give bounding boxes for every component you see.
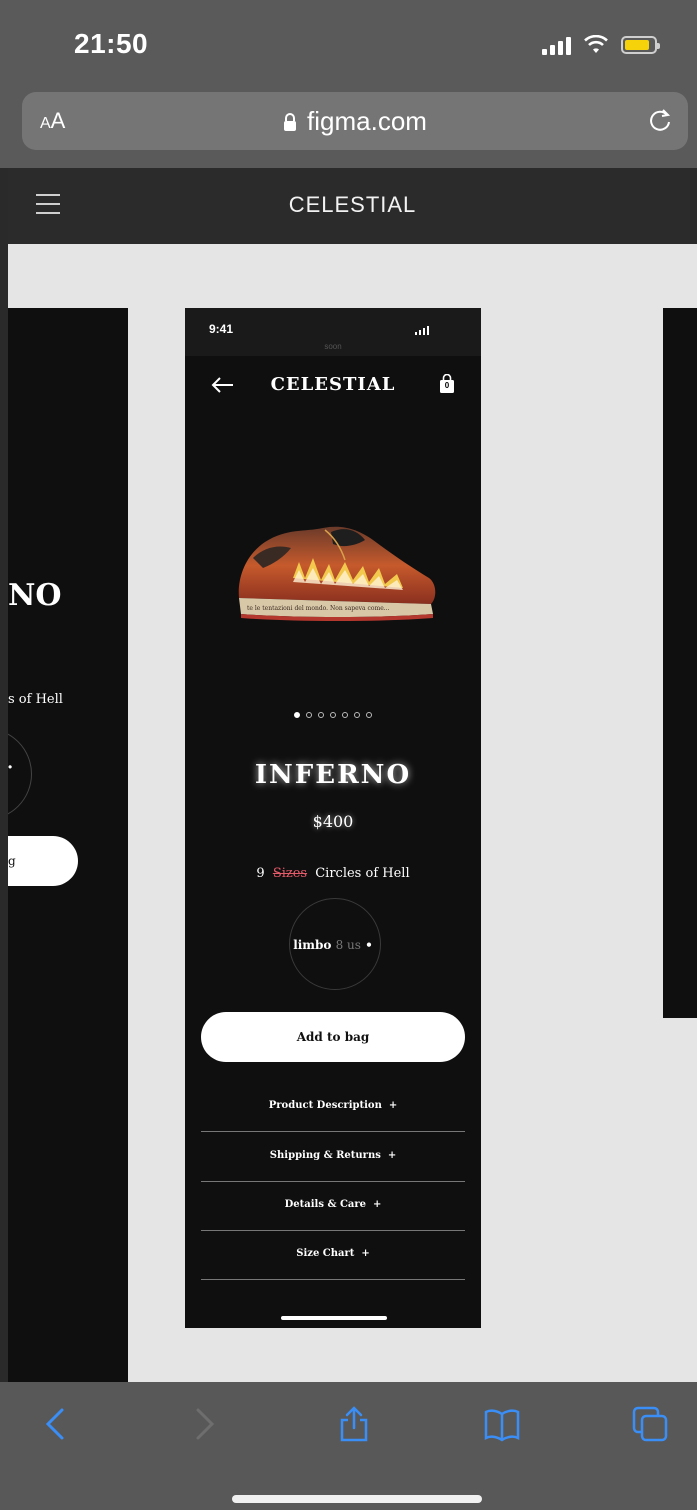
circles-struck: Sizes xyxy=(272,866,308,881)
left-frame[interactable]: NO s of Hell • g xyxy=(8,308,128,1384)
right-frame[interactable] xyxy=(663,308,697,1018)
chevron-right-icon[interactable] xyxy=(186,1406,222,1442)
size-name: limbo xyxy=(293,938,332,952)
phone-nav: CELESTIAL 0 xyxy=(185,356,481,416)
phone-status-bar: 9:41 soon xyxy=(185,308,481,356)
left-circles-text: s of Hell xyxy=(8,692,63,707)
carousel-dot[interactable] xyxy=(342,712,348,718)
bag-count: 0 xyxy=(444,381,450,390)
carousel-dot[interactable] xyxy=(354,712,360,718)
svg-text:te le tentazioni del mondo. No: te le tentazioni del mondo. Non sapeva c… xyxy=(247,605,390,612)
circles-prefix: 9 xyxy=(256,866,265,881)
screen: 21:50 AA figma.com CELESTIAL NO s of Hel… xyxy=(0,0,697,1510)
left-size-ring xyxy=(8,728,32,820)
expand-plus-icon: + xyxy=(387,1150,397,1161)
product-price: $400 xyxy=(312,812,354,831)
safari-toolbar xyxy=(0,1382,697,1510)
status-icons xyxy=(542,34,660,56)
chevron-left-icon[interactable] xyxy=(38,1406,74,1442)
phone-frame: 9:41 soon CELESTIAL 0 te le tentazioni d… xyxy=(185,308,481,1328)
ios-status-bar: 21:50 xyxy=(0,0,697,90)
prototype-header: CELESTIAL xyxy=(8,168,697,244)
phone-time: 9:41 xyxy=(209,322,234,336)
book-icon[interactable] xyxy=(484,1406,520,1442)
accordion-product-description[interactable]: Product Description + xyxy=(201,1082,465,1132)
accordion-details-care[interactable]: Details & Care + xyxy=(201,1181,465,1231)
size-selector[interactable]: limbo 8 us • xyxy=(185,938,481,952)
add-to-bag-button[interactable]: Add to bag xyxy=(201,1012,465,1062)
phone-home-indicator xyxy=(281,1316,387,1320)
wifi-icon xyxy=(584,35,608,53)
expand-plus-icon: + xyxy=(373,1199,382,1210)
circles-text: 9 Sizes Circles of Hell xyxy=(185,866,481,881)
brand-logo: CELESTIAL xyxy=(270,374,396,395)
battery-icon xyxy=(621,36,660,54)
share-icon[interactable] xyxy=(336,1406,372,1442)
accordion-size-chart[interactable]: Size Chart + xyxy=(201,1230,465,1280)
left-product-title: NO xyxy=(8,578,62,613)
expand-plus-icon: + xyxy=(361,1248,370,1259)
product-name: INFERNO xyxy=(254,760,412,790)
phone-notch-text: soon xyxy=(324,342,342,351)
carousel-dots[interactable] xyxy=(185,712,481,718)
left-add-button-label: g xyxy=(8,854,16,868)
carousel-dot[interactable] xyxy=(306,712,312,718)
prototype-title: CELESTIAL xyxy=(288,192,417,217)
left-add-button xyxy=(8,836,78,886)
accordion-shipping-returns[interactable]: Shipping & Returns + xyxy=(201,1132,465,1182)
carousel-dot[interactable] xyxy=(294,712,300,718)
size-us: 8 us xyxy=(335,938,361,952)
carousel-dot[interactable] xyxy=(318,712,324,718)
url-text: figma.com xyxy=(22,106,688,137)
status-time: 21:50 xyxy=(74,28,149,59)
shopping-bag-icon[interactable]: 0 xyxy=(439,373,455,394)
reload-icon[interactable] xyxy=(646,106,674,134)
left-size-chevron: • xyxy=(8,760,13,774)
prototype-canvas: NO s of Hell • g 9:41 soon CELESTIAL 0 t… xyxy=(8,244,697,1384)
lock-icon xyxy=(284,113,297,131)
carousel-dot[interactable] xyxy=(366,712,372,718)
product-image[interactable]: te le tentazioni del mondo. Non sapeva c… xyxy=(233,518,439,636)
home-indicator xyxy=(232,1495,482,1503)
cellular-signal-icon xyxy=(542,35,571,55)
tabs-icon[interactable] xyxy=(632,1406,668,1442)
address-bar[interactable]: AA figma.com xyxy=(22,92,688,150)
circles-suffix: Circles of Hell xyxy=(315,866,410,881)
safari-address-area: AA figma.com xyxy=(0,80,697,168)
expand-plus-icon: + xyxy=(388,1100,398,1111)
phone-signal-icon xyxy=(414,326,429,335)
size-chevron-icon: • xyxy=(365,938,373,952)
carousel-dot[interactable] xyxy=(330,712,336,718)
